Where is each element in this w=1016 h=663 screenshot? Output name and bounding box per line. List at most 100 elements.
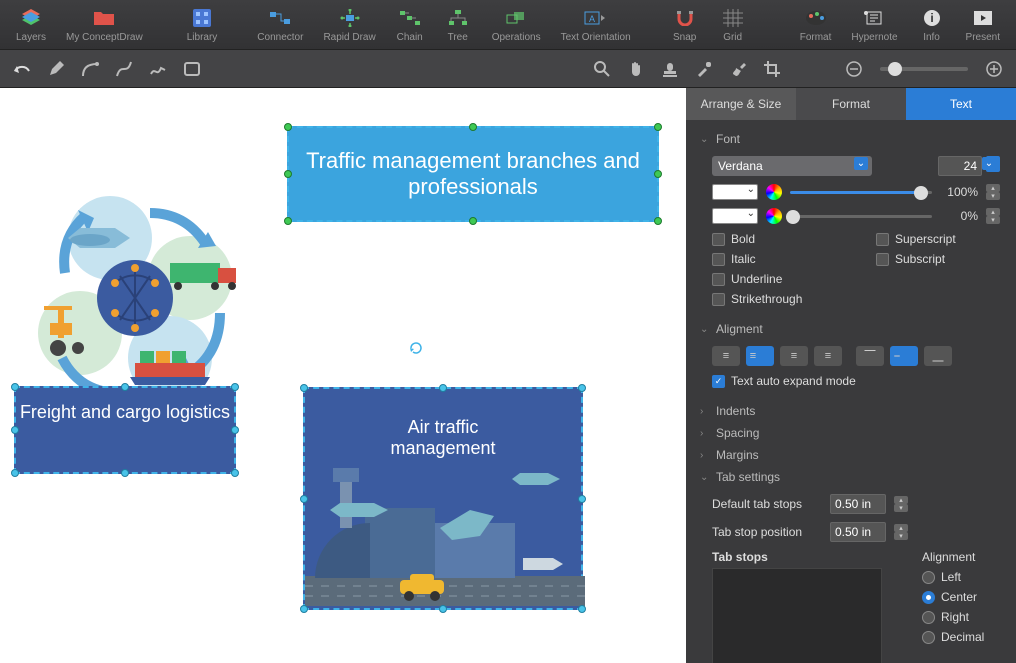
canvas[interactable]: Traffic management branches and professi… <box>0 88 686 663</box>
opacity-slider-1[interactable] <box>790 191 932 194</box>
superscript-checkbox[interactable] <box>876 233 889 246</box>
align-decimal-radio[interactable] <box>922 631 935 644</box>
hypernote-label: Hypernote <box>851 32 897 43</box>
magnifier-icon[interactable] <box>592 59 612 79</box>
myconceptdraw-button[interactable]: My ConceptDraw <box>58 4 151 45</box>
text-color-swatch[interactable] <box>712 184 758 200</box>
bezier-icon[interactable] <box>114 59 134 79</box>
myconceptdraw-label: My ConceptDraw <box>66 32 143 43</box>
grid-label: Grid <box>723 32 742 43</box>
align-left-radio[interactable] <box>922 571 935 584</box>
h-align-buttons[interactable]: ≡≡≡≡ <box>712 346 842 366</box>
snap-button[interactable]: Snap <box>663 4 707 45</box>
chevron-right-icon: › <box>700 450 710 461</box>
stamp-icon[interactable] <box>660 59 680 79</box>
hand-icon[interactable] <box>626 59 646 79</box>
curve-icon[interactable] <box>80 59 100 79</box>
present-icon <box>971 6 995 30</box>
library-button[interactable]: Library <box>179 4 226 45</box>
align-center-radio[interactable] <box>922 591 935 604</box>
bg-color-swatch[interactable] <box>712 208 758 224</box>
font-size-input[interactable] <box>938 156 982 176</box>
font-family-select[interactable]: Verdana <box>712 156 872 176</box>
chain-label: Chain <box>397 32 423 43</box>
chevron-right-icon: › <box>700 428 710 439</box>
chevron-right-icon: › <box>700 406 710 417</box>
shape-box-1[interactable]: Traffic management branches and professi… <box>287 126 659 222</box>
info-label: Info <box>923 32 940 43</box>
library-label: Library <box>187 32 218 43</box>
present-label: Present <box>966 32 1000 43</box>
shape-box-2[interactable]: Freight and cargo logistics <box>14 386 236 474</box>
tab-format[interactable]: Format <box>796 88 906 120</box>
tab-text[interactable]: Text <box>906 88 1016 120</box>
bold-checkbox[interactable] <box>712 233 725 246</box>
tree-label: Tree <box>448 32 468 43</box>
chain-icon <box>398 6 422 30</box>
format-label: Format <box>800 32 832 43</box>
undo-icon[interactable] <box>12 59 32 79</box>
section-tabs-header[interactable]: ⌄Tab settings <box>700 466 1004 488</box>
italic-checkbox[interactable] <box>712 253 725 266</box>
chain-button[interactable]: Chain <box>388 4 432 45</box>
brush-icon[interactable] <box>728 59 748 79</box>
pencil-icon[interactable] <box>46 59 66 79</box>
shape-box-3-text-l1: Air traffic <box>408 417 479 437</box>
operations-button[interactable]: Operations <box>484 4 549 45</box>
color-wheel-icon[interactable] <box>766 184 782 200</box>
connector-button[interactable]: Connector <box>249 4 311 45</box>
subscript-checkbox[interactable] <box>876 253 889 266</box>
palette-icon <box>804 6 828 30</box>
hypernote-button[interactable]: Hypernote <box>843 4 905 45</box>
secondary-toolbar <box>0 50 1016 88</box>
grid-button[interactable]: Grid <box>711 4 755 45</box>
default-stops-stepper[interactable]: ▴▾ <box>894 496 908 512</box>
opacity-slider-2[interactable] <box>790 215 932 218</box>
strike-checkbox[interactable] <box>712 293 725 306</box>
format-button[interactable]: Format <box>792 4 840 45</box>
layers-button[interactable]: Layers <box>8 4 54 45</box>
airport-graphic <box>305 468 585 608</box>
crop-icon[interactable] <box>762 59 782 79</box>
tab-arrange[interactable]: Arrange & Size <box>686 88 796 120</box>
opacity-stepper-2[interactable]: ▴▾ <box>986 208 1000 224</box>
shape-box-1-text: Traffic management branches and professi… <box>303 148 643 200</box>
layers-icon <box>19 6 43 30</box>
underline-checkbox[interactable] <box>712 273 725 286</box>
grid-icon <box>721 6 745 30</box>
rect-icon[interactable] <box>182 59 202 79</box>
default-stops-input[interactable] <box>830 494 886 514</box>
zoom-out-icon[interactable] <box>844 59 864 79</box>
section-font-header[interactable]: ⌄Font <box>700 128 1004 150</box>
tab-position-stepper[interactable]: ▴▾ <box>894 524 908 540</box>
cycle-graphic <box>20 168 270 418</box>
rotate-handle-icon[interactable] <box>408 340 424 356</box>
section-margins-header[interactable]: ›Margins <box>700 444 1004 466</box>
freehand-icon[interactable] <box>148 59 168 79</box>
textorientation-button[interactable]: A Text Orientation <box>553 4 639 45</box>
rapiddraw-button[interactable]: Rapid Draw <box>315 4 383 45</box>
eyedropper-icon[interactable] <box>694 59 714 79</box>
tab-position-input[interactable] <box>830 522 886 542</box>
tree-button[interactable]: Tree <box>436 4 480 45</box>
textorientation-label: Text Orientation <box>561 32 631 43</box>
zoom-in-icon[interactable] <box>984 59 1004 79</box>
library-icon <box>190 6 214 30</box>
shape-box-3[interactable]: Air traffic management <box>303 387 583 610</box>
section-spacing-header[interactable]: ›Spacing <box>700 422 1004 444</box>
opacity-stepper-1[interactable]: ▴▾ <box>986 184 1000 200</box>
zoom-slider[interactable] <box>880 67 968 71</box>
color-wheel-icon-2[interactable] <box>766 208 782 224</box>
tab-stops-table[interactable] <box>712 568 882 663</box>
snap-icon <box>673 6 697 30</box>
align-right-radio[interactable] <box>922 611 935 624</box>
auto-expand-checkbox[interactable]: ✓ <box>712 375 725 388</box>
info-button[interactable]: i Info <box>910 4 954 45</box>
svg-text:A: A <box>589 14 595 24</box>
connector-icon <box>268 6 292 30</box>
section-indents-header[interactable]: ›Indents <box>700 400 1004 422</box>
section-alignment-header[interactable]: ⌄Aligment <box>700 318 1004 340</box>
v-align-buttons[interactable]: ⎺⎯⎽ <box>856 346 952 366</box>
present-button[interactable]: Present <box>958 4 1008 45</box>
svg-text:i: i <box>930 11 933 25</box>
